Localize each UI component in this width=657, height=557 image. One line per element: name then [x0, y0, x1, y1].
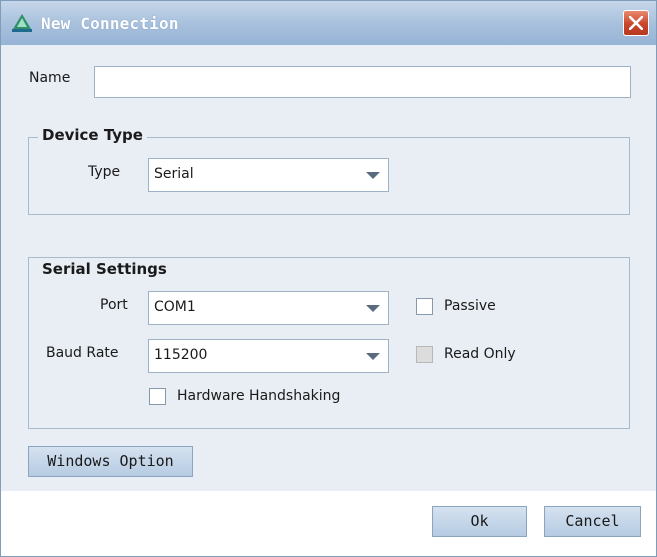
device-type-group-title: Device Type	[38, 126, 147, 144]
close-button[interactable]	[623, 10, 649, 36]
hardware-handshaking-checkbox[interactable]	[149, 388, 166, 405]
port-combobox[interactable]: COM1	[148, 291, 389, 325]
serial-settings-group-title: Serial Settings	[38, 260, 171, 278]
dialog-footer: Ok Cancel	[1, 491, 656, 556]
window-title: New Connection	[41, 14, 179, 33]
port-combobox-value: COM1	[154, 299, 196, 315]
close-icon	[629, 16, 643, 30]
new-connection-dialog: New Connection Name Device Type Type Ser…	[0, 0, 657, 557]
dialog-body: Name Device Type Type Serial Serial Sett…	[11, 45, 646, 491]
app-logo-icon	[12, 14, 32, 32]
type-combobox-value: Serial	[154, 166, 194, 182]
type-label: Type	[88, 164, 121, 180]
name-label: Name	[29, 70, 71, 86]
chevron-down-icon	[366, 353, 380, 360]
title-bar[interactable]: New Connection	[1, 1, 656, 45]
name-input[interactable]	[94, 66, 631, 98]
chevron-down-icon	[366, 172, 380, 179]
ok-button[interactable]: Ok	[432, 506, 527, 537]
passive-label: Passive	[444, 298, 496, 314]
read-only-checkbox[interactable]	[416, 346, 433, 363]
baud-rate-combobox-value: 115200	[154, 347, 208, 363]
baud-rate-combobox[interactable]: 115200	[148, 339, 389, 373]
type-combobox[interactable]: Serial	[148, 158, 389, 192]
port-label: Port	[100, 297, 128, 313]
baud-rate-label: Baud Rate	[46, 345, 119, 361]
passive-checkbox[interactable]	[416, 298, 433, 315]
hardware-handshaking-label: Hardware Handshaking	[177, 388, 341, 404]
cancel-button[interactable]: Cancel	[544, 506, 641, 537]
chevron-down-icon	[366, 305, 380, 312]
windows-option-button[interactable]: Windows Option	[28, 446, 193, 477]
read-only-label: Read Only	[444, 346, 516, 362]
